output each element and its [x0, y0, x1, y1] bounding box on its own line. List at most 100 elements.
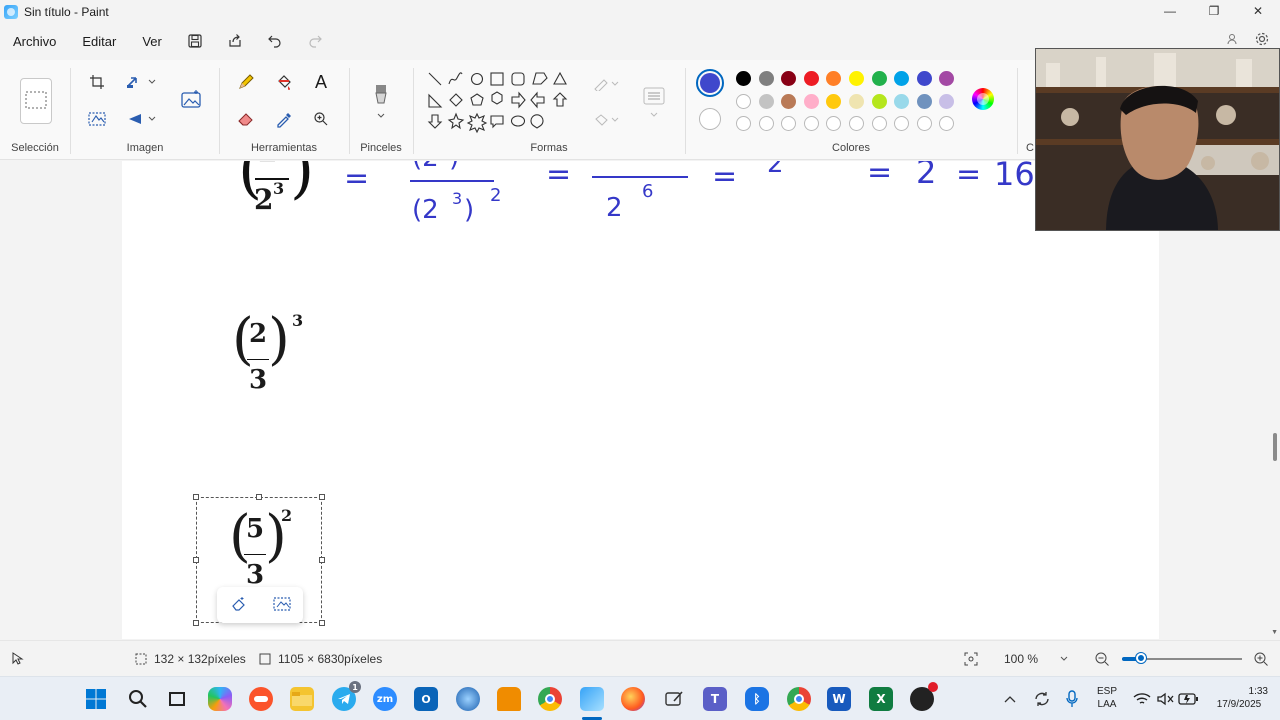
obs-icon[interactable] — [910, 682, 938, 711]
chevron-down-icon[interactable] — [369, 110, 393, 122]
color-swatch[interactable] — [939, 71, 955, 86]
sync-icon[interactable] — [1030, 687, 1054, 711]
paint-taskbar-icon[interactable] — [580, 687, 604, 711]
image-generator-icon[interactable] — [179, 88, 203, 112]
custom-color-slot[interactable] — [758, 116, 774, 131]
color-swatch[interactable] — [849, 71, 864, 86]
edit-colors-icon[interactable] — [972, 88, 994, 110]
color-swatch[interactable] — [871, 71, 887, 86]
chevron-down-icon[interactable] — [145, 70, 159, 94]
telegram-icon[interactable]: 1 — [332, 681, 361, 711]
input-language[interactable]: ESP LAA — [1092, 685, 1122, 711]
color-swatch[interactable] — [758, 71, 774, 86]
color-swatch[interactable] — [803, 71, 819, 86]
fill-bucket-icon[interactable] — [272, 70, 296, 94]
zoom-app-icon[interactable]: zm — [373, 687, 397, 711]
profile-icon[interactable] — [1225, 32, 1239, 49]
network-app-icon[interactable] — [456, 687, 480, 711]
undo-icon[interactable] — [255, 27, 295, 55]
custom-color-slot[interactable] — [803, 116, 819, 131]
zoom-in-icon[interactable] — [1253, 641, 1269, 677]
chevron-down-icon[interactable] — [145, 107, 159, 131]
custom-color-slot[interactable] — [849, 116, 864, 131]
zoom-dropdown[interactable]: 100 % — [994, 648, 1078, 670]
battery-icon[interactable] — [1176, 687, 1200, 711]
zoom-slider-knob[interactable] — [1136, 653, 1146, 663]
color-swatch[interactable] — [894, 71, 910, 86]
share-icon[interactable] — [215, 27, 255, 55]
active-color-1[interactable] — [696, 69, 724, 97]
magnifier-icon[interactable] — [309, 107, 333, 131]
active-color-2[interactable] — [699, 108, 721, 130]
outlook-icon[interactable]: O — [414, 687, 438, 711]
zoom-out-icon[interactable] — [1094, 641, 1110, 677]
rotate-icon[interactable] — [123, 107, 147, 131]
custom-color-slot[interactable] — [916, 116, 932, 131]
drawing-canvas[interactable]: ( 2 2 3 ) = (2³) (2 3 ) 2 = 2 6 = 2 = 2 … — [122, 161, 1159, 639]
color-swatch[interactable] — [826, 93, 842, 109]
maximize-button[interactable]: ❐ — [1192, 0, 1236, 22]
selection-tool-button[interactable] — [20, 78, 52, 124]
custom-color-slot[interactable] — [736, 116, 751, 131]
resize-icon[interactable] — [123, 70, 147, 94]
menu-file[interactable]: Archivo — [0, 34, 69, 49]
scroll-down-icon[interactable]: ▼ — [1271, 629, 1278, 636]
wifi-icon[interactable] — [1130, 687, 1154, 711]
color-swatch[interactable] — [849, 93, 864, 109]
selection-handle[interactable] — [193, 620, 199, 626]
color-swatch[interactable] — [871, 93, 887, 109]
scrollbar-thumb[interactable] — [1273, 433, 1277, 461]
remove-background-icon[interactable] — [85, 107, 109, 131]
task-view-icon[interactable] — [165, 687, 189, 711]
clock[interactable]: 1:33 17/9/2025 — [1206, 685, 1272, 711]
erase-selection-icon[interactable] — [230, 595, 248, 616]
redo-icon[interactable] — [295, 27, 335, 55]
minimize-button[interactable]: — — [1148, 0, 1192, 22]
file-explorer-icon[interactable] — [290, 687, 314, 711]
teams-icon[interactable]: T — [703, 687, 727, 711]
menu-edit[interactable]: Editar — [69, 34, 129, 49]
text-tool-icon[interactable]: A — [309, 70, 333, 94]
chrome-profile-icon[interactable] — [787, 687, 811, 711]
custom-color-slot[interactable] — [871, 116, 887, 131]
volume-muted-icon[interactable] — [1153, 687, 1177, 711]
search-icon[interactable] — [126, 687, 150, 711]
custom-color-slot[interactable] — [894, 116, 910, 131]
selection-handle[interactable] — [319, 557, 325, 563]
color-swatch[interactable] — [826, 71, 842, 86]
color-swatch[interactable] — [894, 93, 910, 109]
color-swatch[interactable] — [916, 93, 932, 109]
brave-browser-icon[interactable] — [249, 687, 273, 711]
crop-icon[interactable] — [85, 70, 109, 94]
color-swatch[interactable] — [939, 93, 955, 109]
eraser-icon[interactable] — [234, 107, 258, 131]
snipping-tool-icon[interactable] — [662, 687, 686, 711]
fit-to-window-icon[interactable] — [963, 641, 979, 677]
vertical-scrollbar[interactable]: ▼ — [1268, 161, 1280, 639]
selection-handle[interactable] — [319, 494, 325, 500]
microphone-icon[interactable] — [1060, 687, 1084, 711]
copilot-icon[interactable] — [208, 687, 232, 711]
color-swatch[interactable] — [803, 93, 819, 109]
color-swatch[interactable] — [781, 93, 797, 109]
windows-start-icon[interactable] — [84, 687, 108, 711]
selection-handle[interactable] — [193, 494, 199, 500]
chevron-down-icon[interactable] — [608, 72, 622, 96]
close-button[interactable]: ✕ — [1236, 0, 1280, 22]
shape-size-icon[interactable] — [642, 84, 666, 108]
selection-handle[interactable] — [193, 557, 199, 563]
chevron-up-icon[interactable] — [1000, 687, 1020, 711]
selection-handle[interactable] — [319, 620, 325, 626]
color-swatch[interactable] — [758, 93, 774, 109]
vlc-icon[interactable] — [497, 687, 521, 711]
word-icon[interactable]: W — [827, 687, 851, 711]
remove-background-icon[interactable] — [272, 596, 291, 615]
firefox-icon[interactable] — [621, 687, 645, 711]
pencil-icon[interactable] — [234, 70, 258, 94]
color-swatch[interactable] — [781, 71, 797, 86]
chrome-icon[interactable] — [538, 687, 562, 711]
color-picker-icon[interactable] — [272, 107, 296, 131]
custom-color-slot[interactable] — [826, 116, 842, 131]
custom-color-slot[interactable] — [939, 116, 955, 131]
shapes-gallery[interactable] — [426, 70, 576, 140]
